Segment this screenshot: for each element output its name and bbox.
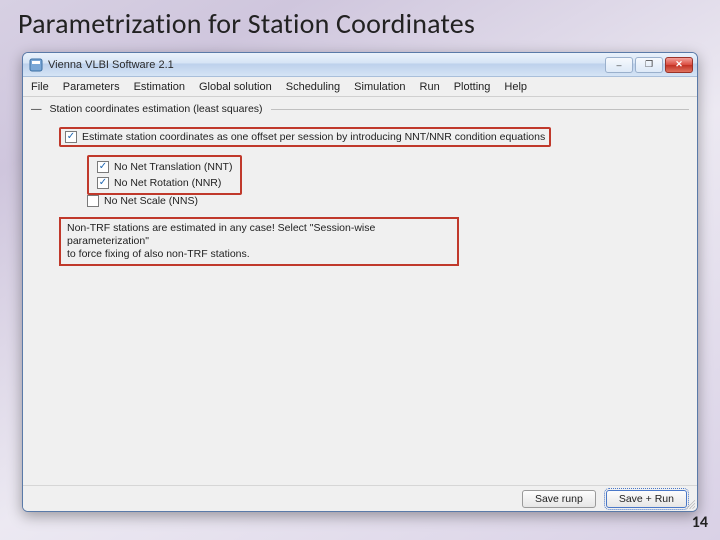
menu-help[interactable]: Help [497,79,534,95]
slide-title: Parametrization for Station Coordinates [0,0,720,45]
nnr-checkbox[interactable]: No Net Rotation (NNR) [97,177,221,189]
nnt-checkbox[interactable]: No Net Translation (NNT) [97,161,232,173]
save-run-button[interactable]: Save + Run [606,490,687,508]
window-title: Vienna VLBI Software 2.1 [48,59,600,71]
nns-checkbox[interactable]: No Net Scale (NNS) [87,195,198,207]
note-line2: to force fixing of also non-TRF stations… [67,248,451,261]
highlight-estimate: Estimate station coordinates as one offs… [59,127,551,147]
app-window: Vienna VLBI Software 2.1 – ❐ ✕ File Para… [22,52,698,512]
menu-parameters[interactable]: Parameters [56,79,127,95]
estimate-label: Estimate station coordinates as one offs… [82,131,545,143]
menu-file[interactable]: File [27,79,56,95]
window-body: — Station coordinates estimation (least … [23,97,697,511]
maximize-button[interactable]: ❐ [635,57,663,73]
menu-estimation[interactable]: Estimation [127,79,192,95]
menubar: File Parameters Estimation Global soluti… [23,77,697,97]
window-controls: – ❐ ✕ [605,57,693,73]
resize-grip-icon[interactable] [685,499,695,509]
close-button[interactable]: ✕ [665,57,693,73]
minimize-button[interactable]: – [605,57,633,73]
highlight-note: Non-TRF stations are estimated in any ca… [59,217,459,266]
nnt-label: No Net Translation (NNT) [114,161,232,173]
menu-run[interactable]: Run [413,79,447,95]
menu-global-solution[interactable]: Global solution [192,79,279,95]
titlebar: Vienna VLBI Software 2.1 – ❐ ✕ [23,53,697,77]
save-runp-button[interactable]: Save runp [522,490,596,508]
footer-bar: Save runp Save + Run [23,485,697,511]
estimate-checkbox[interactable]: Estimate station coordinates as one offs… [65,131,545,143]
note-line1: Non-TRF stations are estimated in any ca… [67,222,451,248]
group-title: — Station coordinates estimation (least … [31,103,689,115]
nns-label: No Net Scale (NNS) [104,195,198,207]
slide-number: 14 [692,513,708,532]
menu-plotting[interactable]: Plotting [447,79,498,95]
group-title-text: Station coordinates estimation (least sq… [50,103,263,115]
nnr-label: No Net Rotation (NNR) [114,177,221,189]
checkbox-icon [97,177,109,189]
app-icon [29,58,43,72]
menu-scheduling[interactable]: Scheduling [279,79,347,95]
checkbox-icon [87,195,99,207]
checkbox-icon [65,131,77,143]
checkbox-icon [97,161,109,173]
highlight-nnt-nnr: No Net Translation (NNT) No Net Rotation… [87,155,242,195]
menu-simulation[interactable]: Simulation [347,79,412,95]
